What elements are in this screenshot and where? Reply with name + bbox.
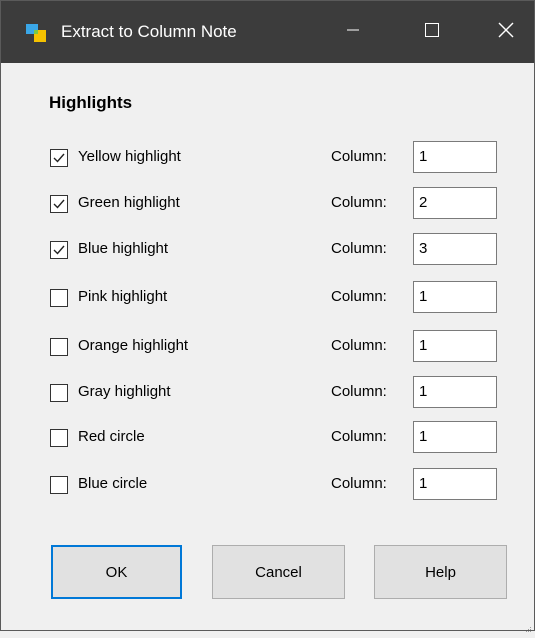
checkbox[interactable] bbox=[50, 195, 68, 213]
column-input[interactable]: 1 bbox=[413, 468, 497, 500]
maximize-button[interactable] bbox=[404, 1, 460, 63]
column-label: Column: bbox=[331, 337, 387, 354]
checkbox[interactable] bbox=[50, 384, 68, 402]
column-label: Column: bbox=[331, 194, 387, 211]
column-label: Column: bbox=[331, 475, 387, 492]
checkbox[interactable] bbox=[50, 476, 68, 494]
option-row: Pink highlight Column: 1 bbox=[1, 281, 534, 315]
column-input[interactable]: 1 bbox=[413, 376, 497, 408]
checkbox-label[interactable]: Green highlight bbox=[78, 194, 180, 211]
close-icon bbox=[498, 22, 514, 43]
resize-grip-icon[interactable] bbox=[524, 620, 532, 632]
app-logo-icon bbox=[26, 24, 46, 42]
option-row: Blue highlight Column: 3 bbox=[1, 233, 534, 267]
checkbox-label[interactable]: Pink highlight bbox=[78, 288, 167, 305]
checkbox-label[interactable]: Gray highlight bbox=[78, 383, 171, 400]
checkmark-icon bbox=[53, 153, 65, 163]
minimize-button[interactable] bbox=[325, 1, 381, 63]
checkbox[interactable] bbox=[50, 338, 68, 356]
option-row: Yellow highlight Column: 1 bbox=[1, 141, 534, 175]
checkbox-label[interactable]: Blue circle bbox=[78, 475, 147, 492]
checkbox[interactable] bbox=[50, 429, 68, 447]
section-title: Highlights bbox=[49, 93, 133, 112]
column-input[interactable]: 3 bbox=[413, 233, 497, 265]
option-row: Orange highlight Column: 1 bbox=[1, 330, 534, 364]
close-button[interactable] bbox=[478, 1, 534, 63]
option-row: Blue circle Column: 1 bbox=[1, 468, 534, 502]
column-label: Column: bbox=[331, 383, 387, 400]
minimize-icon bbox=[347, 23, 359, 41]
column-label: Column: bbox=[331, 428, 387, 445]
maximize-icon bbox=[425, 22, 439, 42]
option-row: Gray highlight Column: 1 bbox=[1, 376, 534, 410]
window-title: Extract to Column Note bbox=[61, 22, 237, 41]
cancel-button[interactable]: Cancel bbox=[212, 545, 345, 599]
checkbox-label[interactable]: Blue highlight bbox=[78, 240, 168, 257]
column-input[interactable]: 1 bbox=[413, 281, 497, 313]
column-input[interactable]: 1 bbox=[413, 421, 497, 453]
option-row: Green highlight Column: 2 bbox=[1, 187, 534, 221]
column-input[interactable]: 1 bbox=[413, 330, 497, 362]
checkbox[interactable] bbox=[50, 149, 68, 167]
column-label: Column: bbox=[331, 288, 387, 305]
checkmark-icon bbox=[53, 199, 65, 209]
dialog-window: Extract to Column Note Highlights Yellow… bbox=[0, 0, 535, 632]
checkbox[interactable] bbox=[50, 289, 68, 307]
column-input[interactable]: 1 bbox=[413, 141, 497, 173]
checkmark-icon bbox=[53, 245, 65, 255]
help-button[interactable]: Help bbox=[374, 545, 507, 599]
checkbox-label[interactable]: Orange highlight bbox=[78, 337, 188, 354]
ok-button[interactable]: OK bbox=[51, 545, 182, 599]
title-bar[interactable]: Extract to Column Note bbox=[1, 1, 534, 63]
option-row: Red circle Column: 1 bbox=[1, 421, 534, 455]
column-label: Column: bbox=[331, 148, 387, 165]
checkbox-label[interactable]: Yellow highlight bbox=[78, 148, 181, 165]
checkbox[interactable] bbox=[50, 241, 68, 259]
column-label: Column: bbox=[331, 240, 387, 257]
column-input[interactable]: 2 bbox=[413, 187, 497, 219]
checkbox-label[interactable]: Red circle bbox=[78, 428, 145, 445]
